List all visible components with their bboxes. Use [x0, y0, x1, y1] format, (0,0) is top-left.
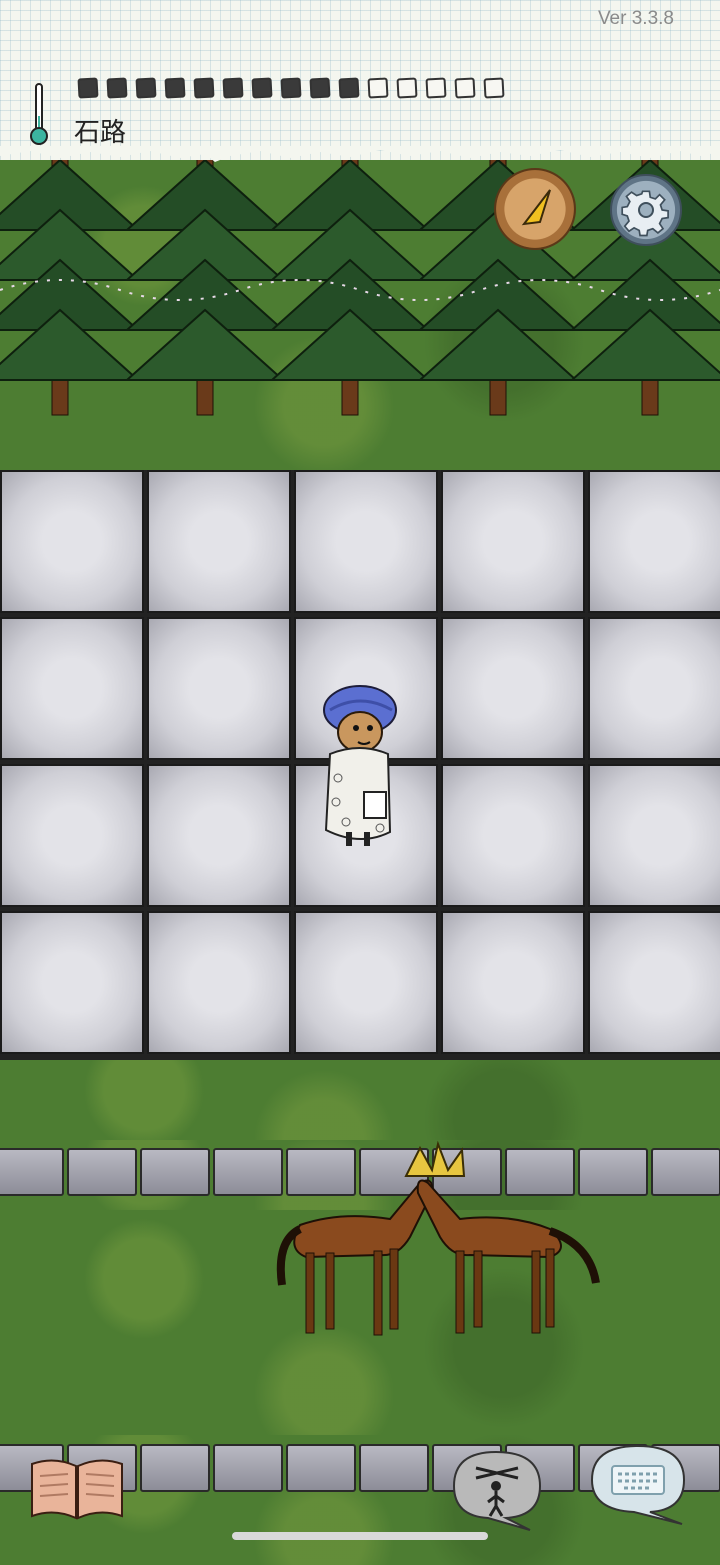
wall-stone — [140, 1148, 210, 1196]
food-pip — [77, 77, 99, 99]
stone-tile[interactable] — [441, 617, 585, 760]
wall-stone — [140, 1444, 210, 1492]
wall-stone — [213, 1444, 283, 1492]
settings-button[interactable] — [610, 174, 682, 246]
thermometer-icon — [30, 83, 48, 145]
food-pip — [135, 77, 157, 99]
emote-button[interactable] — [442, 1446, 548, 1532]
food-pip — [280, 77, 302, 99]
status-hud: Ver 3.3.8 石路 — [0, 0, 720, 160]
home-indicator[interactable] — [232, 1532, 488, 1540]
food-pip — [193, 77, 215, 99]
food-pip — [164, 77, 186, 99]
stone-tile[interactable] — [0, 911, 144, 1054]
stone-tile[interactable] — [441, 764, 585, 907]
stone-tile[interactable] — [0, 764, 144, 907]
stone-tile[interactable] — [588, 764, 720, 907]
food-pip — [309, 77, 331, 99]
stone-tile[interactable] — [294, 470, 438, 613]
stone-tile[interactable] — [588, 617, 720, 760]
stone-tile[interactable] — [294, 911, 438, 1054]
compass-button[interactable] — [494, 168, 576, 250]
stone-tile[interactable] — [0, 617, 144, 760]
paper-edge — [0, 146, 720, 162]
food-pip — [425, 77, 447, 99]
stone-tile[interactable] — [441, 470, 585, 613]
stone-tile[interactable] — [588, 470, 720, 613]
gear-icon — [621, 190, 669, 237]
tech-book-button[interactable] — [28, 1452, 126, 1522]
book-icon — [31, 1459, 123, 1520]
compass-icon — [521, 189, 551, 226]
stone-tile[interactable] — [588, 911, 720, 1054]
food-pip — [251, 77, 273, 99]
stone-tile[interactable] — [147, 617, 291, 760]
keyboard-icon — [590, 1444, 686, 1525]
version-label: Ver 3.3.8 — [597, 8, 674, 29]
biome-label: 石路 — [74, 118, 127, 148]
wall-stone — [359, 1444, 429, 1492]
food-pip — [454, 77, 476, 99]
food-pip — [367, 77, 389, 99]
pine-tree — [0, 149, 141, 416]
food-meter — [77, 77, 505, 99]
player-character[interactable] — [316, 682, 398, 854]
stone-tile[interactable] — [147, 470, 291, 613]
wall-stone — [0, 1148, 64, 1196]
stone-tile[interactable] — [441, 911, 585, 1054]
puppet-icon — [452, 1450, 542, 1531]
chat-button[interactable] — [584, 1440, 690, 1526]
stone-tile[interactable] — [147, 764, 291, 907]
horse-feed — [404, 1140, 466, 1177]
food-pip — [222, 77, 244, 99]
food-pip — [106, 77, 128, 99]
game-world[interactable] — [0, 149, 720, 1565]
pine-tree — [269, 149, 431, 416]
pine-tree — [124, 149, 286, 416]
stone-tile[interactable] — [147, 911, 291, 1054]
food-pip — [338, 77, 360, 99]
wall-stone — [67, 1148, 137, 1196]
wall-stone — [651, 1148, 720, 1196]
wall-stone — [286, 1444, 356, 1492]
food-pip — [483, 77, 505, 99]
food-pip — [396, 77, 418, 99]
stone-tile[interactable] — [0, 470, 144, 613]
